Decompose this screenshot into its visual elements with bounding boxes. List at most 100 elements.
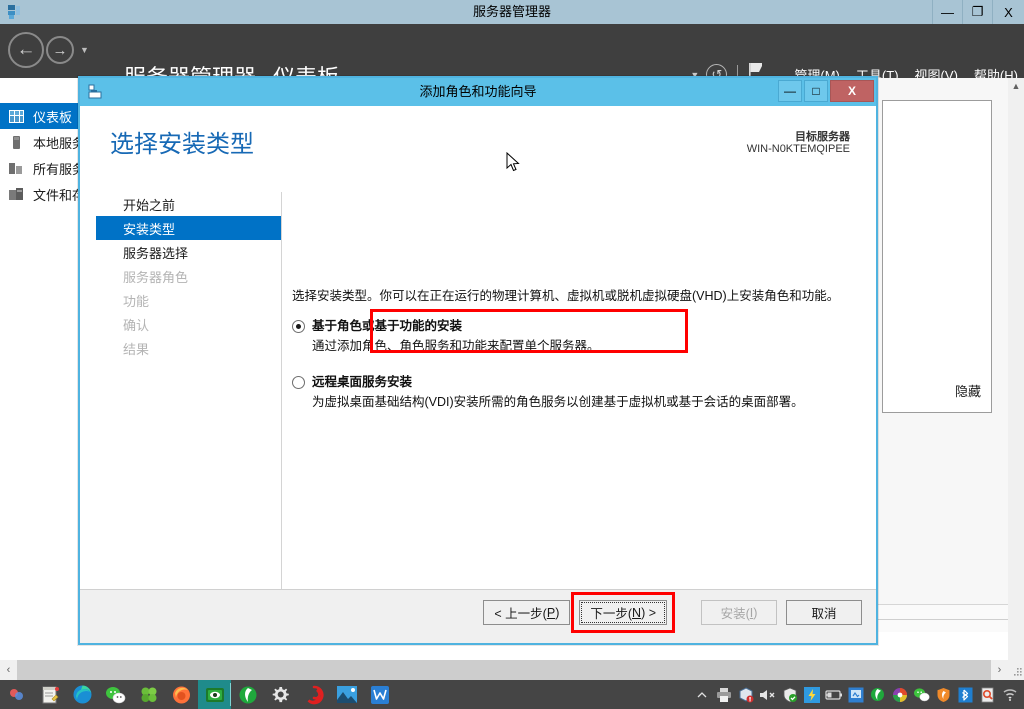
- photos-icon[interactable]: [330, 680, 363, 709]
- design-app-icon[interactable]: [0, 680, 33, 709]
- scroll-right-arrow[interactable]: ›: [991, 660, 1008, 680]
- vertical-scrollbar[interactable]: ▲: [1008, 78, 1024, 660]
- wps-office-icon[interactable]: [363, 680, 396, 709]
- security-shield-icon[interactable]: [779, 680, 800, 709]
- red-spiral-app-icon[interactable]: [297, 680, 330, 709]
- bluetooth-icon[interactable]: [955, 680, 976, 709]
- wizard-steps-nav: 开始之前 安装类型 服务器选择 服务器角色 功能 确认 结果: [96, 192, 282, 591]
- sidebar: 仪表板 本地服务器 所有服务器: [0, 78, 84, 632]
- wizard-step-before-you-begin[interactable]: 开始之前: [96, 192, 281, 216]
- install-button: 安装(I): [701, 600, 777, 625]
- close-button[interactable]: X: [992, 0, 1024, 24]
- sidebar-item-file-storage[interactable]: 文件和存储服务: [0, 181, 84, 207]
- target-server-label: 目标服务器: [795, 131, 850, 143]
- show-hidden-icons-chevron[interactable]: [691, 680, 712, 709]
- dialog-footer: < 上一步(P) 下一步(N) > 安装(I) 取消: [80, 589, 876, 643]
- option-label: 远程桌面服务安装: [312, 375, 413, 389]
- green-circle-app-icon[interactable]: [231, 680, 264, 709]
- firefox-icon[interactable]: [165, 680, 198, 709]
- sidebar-item-label: 仪表板: [33, 109, 73, 125]
- dialog-titlebar: 添加角色和功能向导 — □ X: [80, 78, 876, 106]
- main-window-controls: — ❐ X: [932, 0, 1024, 24]
- wizard-step-label: 结果: [123, 341, 150, 357]
- orange-shield-icon[interactable]: [933, 680, 954, 709]
- sidebar-item-all-servers[interactable]: 所有服务器: [0, 155, 84, 181]
- chevron-down-icon[interactable]: ▼: [80, 45, 89, 55]
- wizard-step-confirmation: 确认: [96, 312, 281, 336]
- dialog-close-button[interactable]: X: [830, 80, 874, 102]
- next-button-wrapper: 下一步(N) >: [571, 592, 675, 633]
- wizard-step-label: 开始之前: [123, 197, 176, 213]
- sidebar-item-dashboard[interactable]: 仪表板: [0, 103, 84, 129]
- printer-icon[interactable]: [713, 680, 734, 709]
- option-role-feature-based[interactable]: 基于角色或基于功能的安装 通过添加角色、角色服务和功能来配置单个服务器。: [292, 318, 862, 354]
- option-description: 通过添加角色、角色服务和功能来配置单个服务器。: [312, 339, 600, 353]
- dialog-minimize-button[interactable]: —: [778, 80, 802, 102]
- notepad-icon[interactable]: [33, 680, 66, 709]
- wizard-step-label: 服务器选择: [123, 245, 189, 261]
- add-roles-wizard-dialog: 添加角色和功能向导 — □ X 选择安装类型 目标服务器 WIN-N0KTEMQ…: [78, 76, 878, 645]
- volume-muted-icon[interactable]: [757, 680, 778, 709]
- server-manager-taskbar-icon[interactable]: [198, 680, 231, 709]
- forward-arrow-icon[interactable]: →: [46, 36, 74, 64]
- navigation-buttons: ← → ▼: [8, 32, 89, 68]
- option-remote-desktop-services[interactable]: 远程桌面服务安装 为虚拟桌面基础结构(VDI)安装所需的角色服务以创建基于虚拟机…: [292, 374, 862, 410]
- minimize-button[interactable]: —: [932, 0, 962, 24]
- previous-button[interactable]: < 上一步(P): [483, 600, 571, 625]
- wizard-step-label: 安装类型: [123, 221, 176, 237]
- wizard-step-server-roles: 服务器角色: [96, 264, 281, 288]
- option-description: 为虚拟桌面基础结构(VDI)安装所需的角色服务以创建基于虚拟机或基于会话的桌面部…: [312, 395, 804, 409]
- dashboard-tile: 隐藏: [882, 100, 992, 413]
- option-label: 基于角色或基于功能的安装: [312, 319, 463, 333]
- local-server-icon: [8, 134, 25, 151]
- battery-icon[interactable]: [823, 680, 844, 709]
- mouse-cursor: [506, 152, 520, 172]
- wizard-step-label: 确认: [123, 317, 150, 333]
- color-wheel-icon[interactable]: [889, 680, 910, 709]
- package-error-icon[interactable]: [735, 680, 756, 709]
- sidebar-item-local-server[interactable]: 本地服务器: [0, 129, 84, 155]
- wechat-tray-icon[interactable]: [911, 680, 932, 709]
- target-server-name: WIN-N0KTEMQIPEE: [746, 143, 850, 155]
- sidebar-item-label: 本地服务器: [33, 135, 84, 151]
- wizard-main-pane: 选择安装类型。你可以在正在运行的物理计算机、虚拟机或脱机虚拟硬盘(VHD)上安装…: [292, 178, 862, 603]
- page-title: 选择安装类型: [110, 131, 254, 158]
- scroll-track[interactable]: [17, 660, 991, 680]
- wizard-step-server-selection[interactable]: 服务器选择: [96, 240, 281, 264]
- wizard-step-installation-type[interactable]: 安装类型: [96, 216, 281, 240]
- screen: 服务器管理器 — ❐ X ← → ▼ 服务器管理器›仪表板 ▼ ↺ 管理(: [0, 0, 1024, 709]
- scroll-left-arrow[interactable]: ‹: [0, 660, 17, 680]
- wizard-step-results: 结果: [96, 336, 281, 360]
- radio-button-remote-desktop[interactable]: [292, 376, 305, 389]
- horizontal-scrollbar[interactable]: ‹ ›: [0, 660, 1008, 680]
- dashboard-icon: [8, 108, 25, 125]
- highlight-box-next-button: [571, 592, 675, 633]
- wifi-icon[interactable]: [999, 680, 1020, 709]
- installation-type-radio-group: 基于角色或基于功能的安装 通过添加角色、角色服务和功能来配置单个服务器。 远程桌…: [292, 318, 862, 410]
- main-window-title: 服务器管理器: [472, 4, 551, 19]
- clover-icon[interactable]: [132, 680, 165, 709]
- radio-button-role-feature[interactable]: [292, 320, 305, 333]
- flash-lightning-icon[interactable]: [801, 680, 822, 709]
- dialog-title: 添加角色和功能向导: [419, 84, 537, 99]
- search-file-icon[interactable]: [977, 680, 998, 709]
- back-arrow-icon[interactable]: ←: [8, 32, 44, 68]
- file-storage-icon: [8, 186, 25, 203]
- resize-grip[interactable]: [1010, 664, 1022, 678]
- main-window-titlebar: 服务器管理器 — ❐ X: [0, 0, 1024, 24]
- scroll-up-arrow[interactable]: ▲: [1008, 78, 1024, 94]
- main-navbar: ← → ▼ 服务器管理器›仪表板 ▼ ↺ 管理(M) 工具(T) 视图(V) 帮…: [0, 24, 1024, 90]
- edge-browser-icon[interactable]: [66, 680, 99, 709]
- display-settings-icon[interactable]: [845, 680, 866, 709]
- cancel-button[interactable]: 取消: [786, 600, 862, 625]
- wizard-step-label: 服务器角色: [123, 269, 189, 285]
- hide-link[interactable]: 隐藏: [955, 381, 981, 400]
- wechat-icon[interactable]: [99, 680, 132, 709]
- settings-gear-icon[interactable]: [264, 680, 297, 709]
- dialog-window-controls: — □ X: [778, 80, 874, 102]
- restore-button[interactable]: ❐: [962, 0, 992, 24]
- taskbar: [0, 680, 1024, 709]
- wizard-step-features: 功能: [96, 288, 281, 312]
- dialog-maximize-button[interactable]: □: [804, 80, 828, 102]
- green-circle-tray-icon[interactable]: [867, 680, 888, 709]
